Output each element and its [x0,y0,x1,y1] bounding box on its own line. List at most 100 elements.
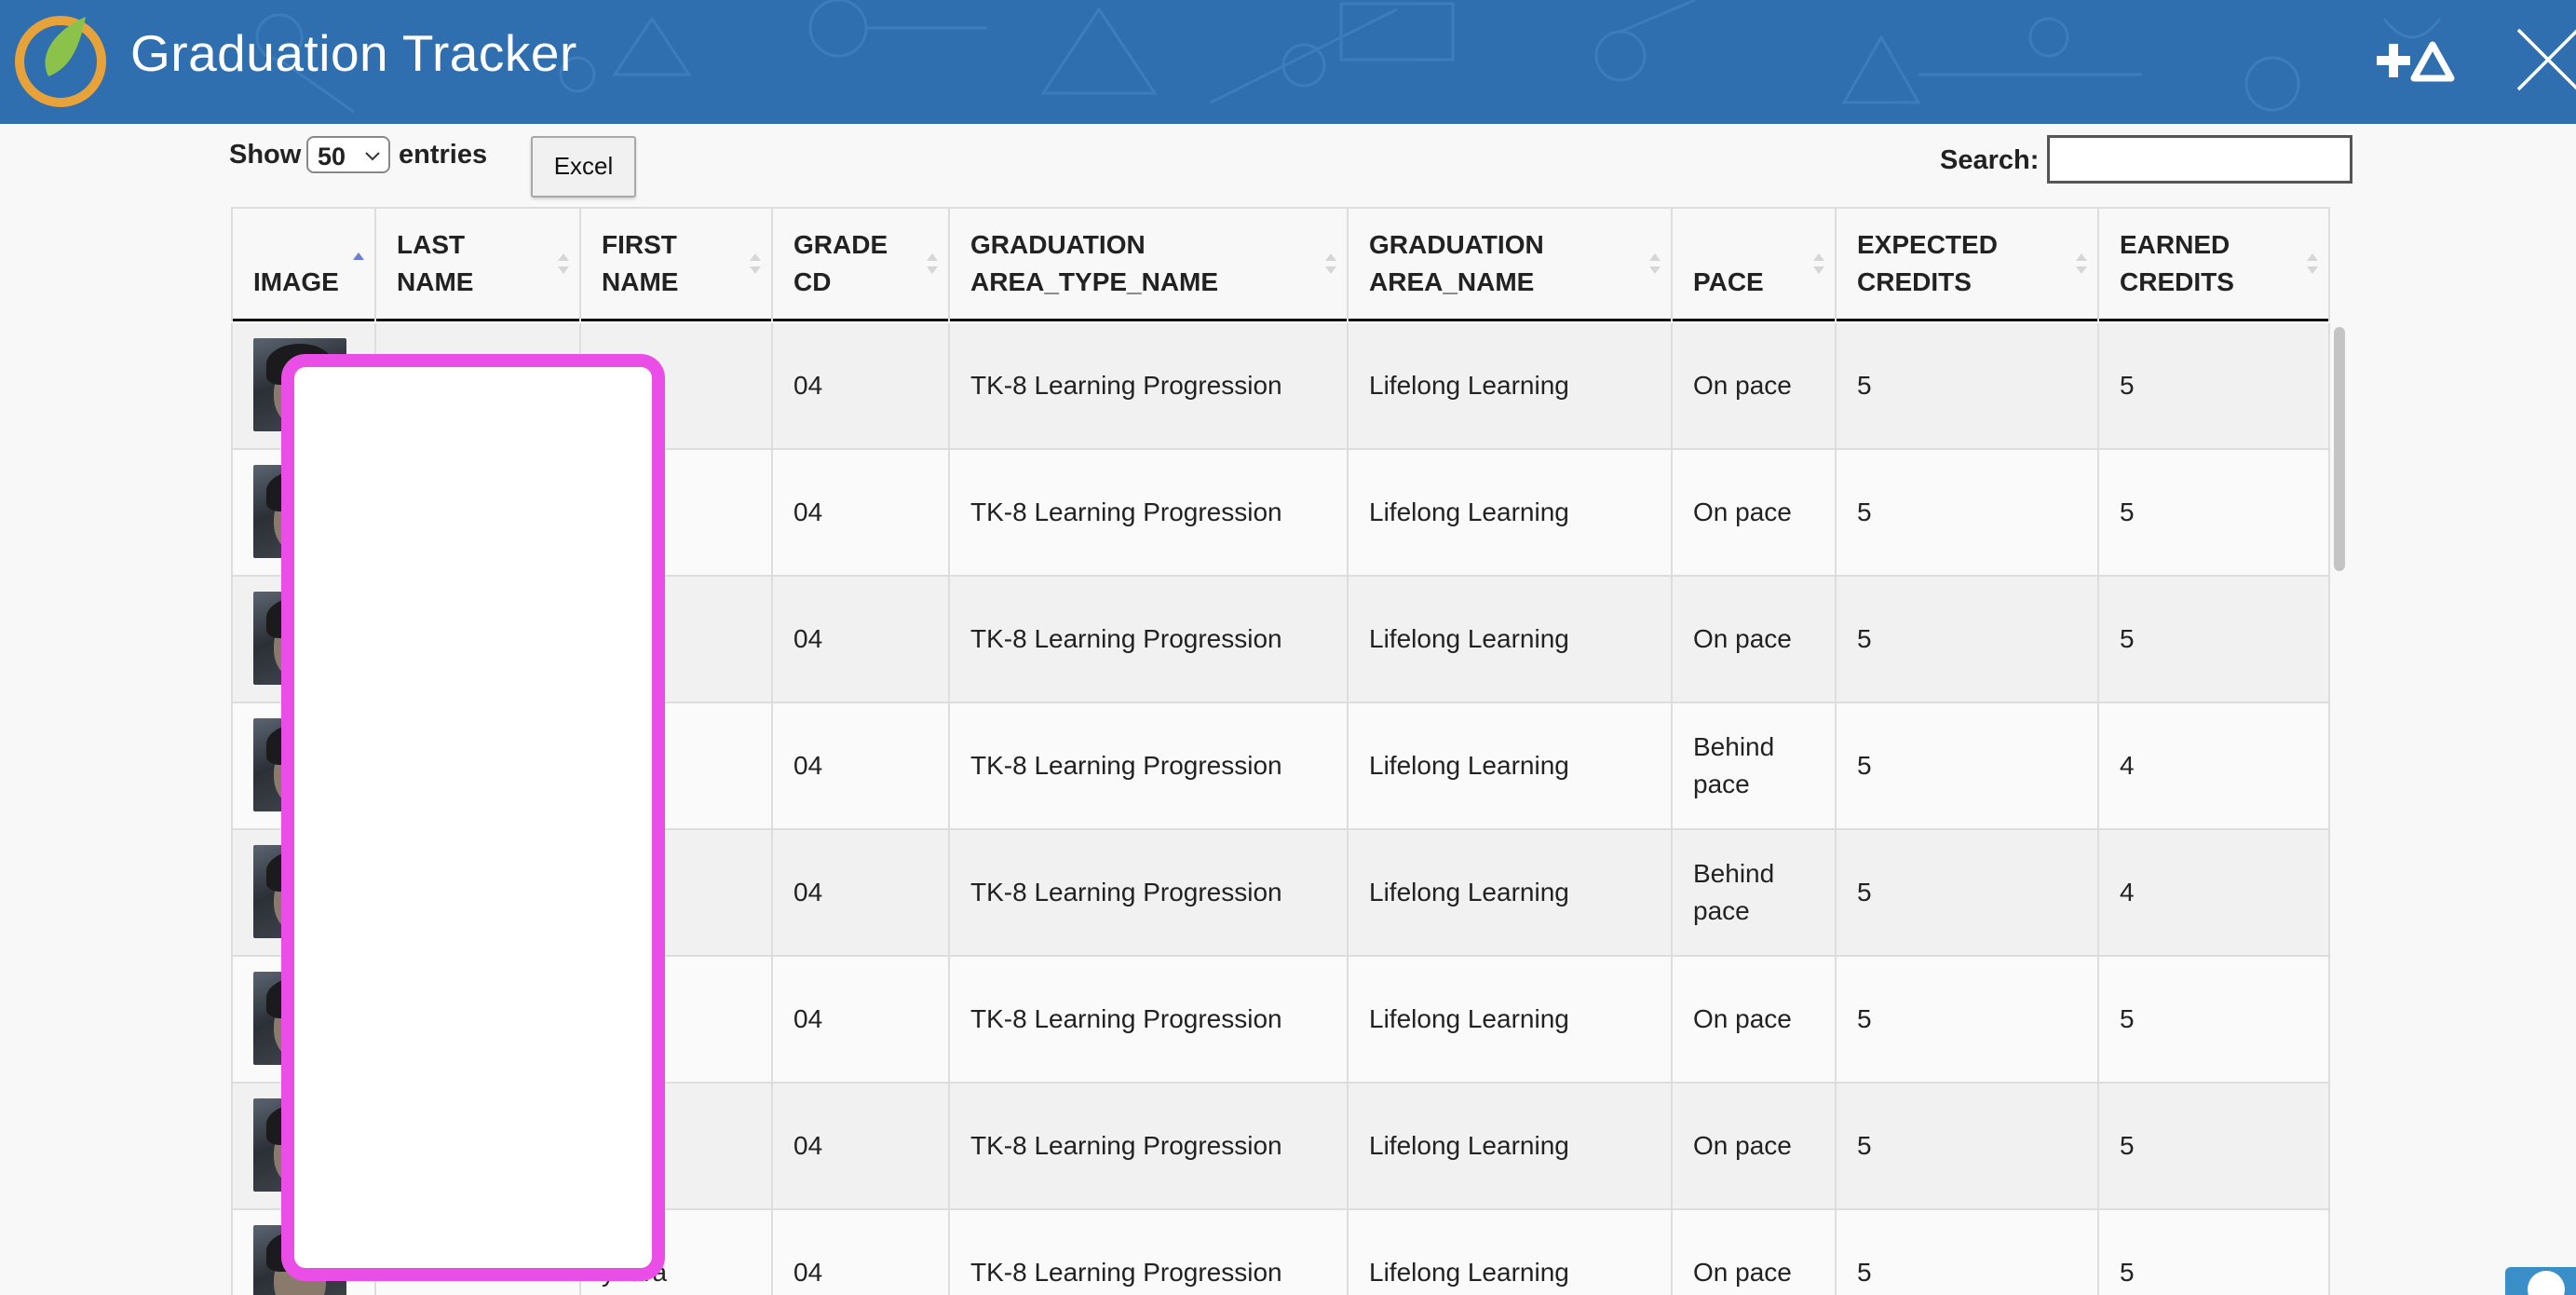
sort-arrows-icon [750,253,761,274]
cell-text: Lifelong Learning [1369,1004,1569,1033]
cell-text: 04 [793,624,823,653]
sort-arrows-icon [1813,253,1824,274]
column-header-earned-credits[interactable]: EARNED CREDITS [2097,209,2330,321]
cell-area-name: Lifelong Learning [1347,1210,1671,1295]
cell-pace: On pace [1671,957,1835,1082]
column-header-image[interactable]: IMAGE [231,209,374,321]
cell-text: On pace [1693,371,1792,400]
cell-area-name: Lifelong Learning [1347,323,1671,448]
help-icon [2528,1271,2565,1295]
cell-expected: 5 [1835,957,2097,1082]
cell-text: Lifelong Learning [1369,878,1569,906]
cell-earned: 4 [2097,703,2330,828]
cell-text: Lifelong Learning [1369,1258,1569,1287]
cell-text: TK-8 Learning Progression [970,498,1282,526]
cell-expected: 5 [1835,703,2097,828]
help-button[interactable] [2505,1267,2576,1295]
cell-earned: 5 [2097,323,2330,448]
cell-grade-cd: 04 [771,1210,948,1295]
column-header-last-name[interactable]: LAST NAME [374,209,579,321]
cell-area-name: Lifelong Learning [1347,830,1671,955]
cell-area-type: TK-8 Learning Progression [948,703,1347,828]
cell-text: 04 [793,1258,823,1287]
excel-export-button[interactable]: Excel [531,136,636,198]
cell-text: 04 [793,751,823,780]
cell-text: 5 [2120,498,2135,526]
cell-pace: On pace [1671,577,1835,702]
cell-text: 5 [1857,624,1872,653]
cell-text: On pace [1693,624,1792,653]
column-header-area-type-name[interactable]: GRADUATION AREA_TYPE_NAME [948,209,1347,321]
cell-text: 04 [793,498,823,526]
cell-pace: On pace [1671,323,1835,448]
cell-text: TK-8 Learning Progression [970,1258,1282,1287]
cell-expected: 5 [1835,450,2097,575]
cell-earned: 5 [2097,957,2330,1082]
cell-text: Lifelong Learning [1369,1131,1569,1160]
cell-area-name: Lifelong Learning [1347,577,1671,702]
cell-pace: Behind pace [1671,830,1835,955]
column-header-pace[interactable]: PACE [1671,209,1835,321]
app-header: Graduation Tracker [0,0,2576,124]
cell-text: 5 [1857,751,1872,780]
table-scrollbar[interactable] [2330,321,2349,1295]
entries-label: entries [399,140,488,170]
column-header-area-name[interactable]: GRADUATION AREA_NAME [1347,209,1671,321]
cell-text: On pace [1693,1258,1792,1287]
cell-expected: 5 [1835,830,2097,955]
cell-text: Lifelong Learning [1369,371,1569,400]
search-input[interactable] [2047,135,2352,184]
cell-text: On pace [1693,1131,1792,1160]
cell-pace: On pace [1671,1084,1835,1208]
cell-area-name: Lifelong Learning [1347,703,1671,828]
column-header-grade-cd[interactable]: GRADE CD [771,209,948,321]
close-icon[interactable] [2515,26,2576,93]
cell-earned: 5 [2097,577,2330,702]
redaction-overlay [281,354,665,1281]
cell-earned: 5 [2097,1084,2330,1208]
cell-text: 04 [793,1131,823,1160]
cell-earned: 5 [2097,1210,2330,1295]
show-label: Show [229,140,302,170]
page-size-value: 50 [318,143,346,170]
sort-arrows-icon [927,253,938,274]
cell-expected: 5 [1835,1210,2097,1295]
cell-expected: 5 [1835,323,2097,448]
cell-grade-cd: 04 [771,1084,948,1208]
cell-expected: 5 [1835,577,2097,702]
cell-text: TK-8 Learning Progression [970,751,1282,780]
plus-triangle-icon[interactable] [2373,35,2457,88]
cell-grade-cd: 04 [771,577,948,702]
cell-text: TK-8 Learning Progression [970,1004,1282,1033]
cell-area-name: Lifelong Learning [1347,1084,1671,1208]
column-header-expected-credits[interactable]: EXPECTED CREDITS [1835,209,2097,321]
sort-arrows-icon [1325,253,1336,274]
cell-pace: On pace [1671,450,1835,575]
cell-text: Behind pace [1693,859,1775,925]
cell-area-type: TK-8 Learning Progression [948,830,1347,955]
chevron-down-icon [365,152,380,161]
sort-arrows-icon [558,253,569,274]
column-header-first-name[interactable]: FIRST NAME [579,209,771,321]
cell-text: 5 [1857,498,1872,526]
page-title: Graduation Tracker [130,24,577,82]
cell-earned: 5 [2097,450,2330,575]
cell-text: Lifelong Learning [1369,498,1569,526]
cell-grade-cd: 04 [771,703,948,828]
scrollbar-thumb[interactable] [2334,327,2345,571]
cell-text: On pace [1693,1004,1792,1033]
cell-text: 5 [2120,1004,2135,1033]
cell-text: Lifelong Learning [1369,624,1569,653]
cell-grade-cd: 04 [771,323,948,448]
cell-text: TK-8 Learning Progression [970,624,1282,653]
cell-area-name: Lifelong Learning [1347,957,1671,1082]
cell-area-type: TK-8 Learning Progression [948,1084,1347,1208]
cell-text: 5 [1857,878,1872,906]
cell-text: 04 [793,371,823,400]
cell-area-type: TK-8 Learning Progression [948,323,1347,448]
cell-text: Behind pace [1693,732,1775,798]
page-size-select[interactable]: 50 [306,136,390,173]
search-label: Search: [1940,145,2040,175]
cell-text: 4 [2120,751,2135,780]
cell-text: 5 [2120,1258,2135,1287]
